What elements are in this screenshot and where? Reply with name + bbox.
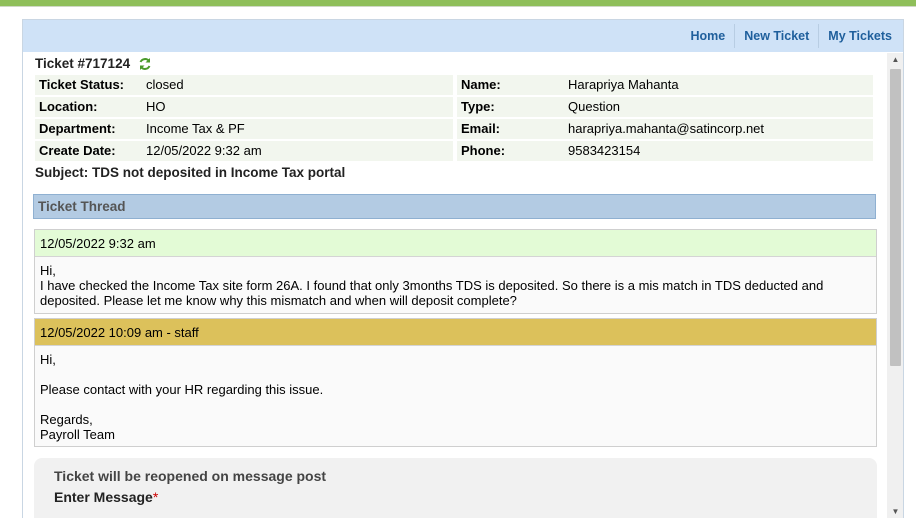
scroll-down-arrow-icon[interactable]: ▼ (887, 505, 903, 518)
nav-my-tickets-link[interactable]: My Tickets (818, 24, 901, 48)
enter-message-text: Enter Message (54, 489, 153, 505)
ticket-content: Ticket #717124 Ticket Status: closed Nam… (23, 53, 887, 518)
type-value: Question (564, 97, 873, 117)
scroll-up-arrow-icon[interactable]: ▲ (887, 53, 903, 67)
ticket-info-table: Ticket Status: closed Name: Harapriya Ma… (35, 75, 877, 163)
ticket-header: Ticket #717124 (35, 56, 152, 71)
message-body: Hi, I have checked the Income Tax site f… (40, 263, 824, 308)
message-body: Hi, Please contact with your HR regardin… (40, 352, 324, 442)
refresh-icon[interactable] (138, 57, 152, 71)
message-header: 12/05/2022 10:09 am - staff (35, 319, 876, 346)
nav-new-ticket-link[interactable]: New Ticket (734, 24, 818, 48)
info-row-status: Ticket Status: closed Name: Harapriya Ma… (35, 75, 877, 97)
required-marker: * (152, 489, 159, 505)
status-label: Ticket Status: (35, 75, 142, 95)
email-value: harapriya.mahanta@satincorp.net (564, 119, 873, 139)
status-value: closed (142, 75, 453, 95)
email-label: Email: (457, 119, 564, 139)
info-row-create-date: Create Date: 12/05/2022 9:32 am Phone: 9… (35, 141, 877, 163)
location-label: Location: (35, 97, 142, 117)
enter-message-label: Enter Message* (54, 489, 158, 505)
type-label: Type: (457, 97, 564, 117)
reply-form: Ticket will be reopened on message post … (34, 458, 877, 518)
name-label: Name: (457, 75, 564, 95)
ticket-thread-header: Ticket Thread (33, 194, 876, 219)
browser-top-strip (0, 0, 916, 7)
ticket-title: Ticket #717124 (35, 56, 131, 71)
info-row-department: Department: Income Tax & PF Email: harap… (35, 119, 877, 141)
phone-label: Phone: (457, 141, 564, 161)
create-date-value: 12/05/2022 9:32 am (142, 141, 453, 161)
ticket-subject: Subject: TDS not deposited in Income Tax… (35, 165, 346, 180)
create-date-label: Create Date: (35, 141, 142, 161)
top-nav: Home New Ticket My Tickets (23, 20, 903, 52)
vertical-scrollbar[interactable]: ▲ ▼ (887, 53, 903, 518)
ticket-frame: Home New Ticket My Tickets Ticket #71712… (22, 19, 904, 518)
phone-value: 9583423154 (564, 141, 873, 161)
reopen-notice: Ticket will be reopened on message post (54, 468, 327, 484)
thread-message-staff: 12/05/2022 10:09 am - staff Hi, Please c… (34, 318, 877, 447)
thread-message-client: 12/05/2022 9:32 am Hi, I have checked th… (34, 229, 877, 314)
info-row-location: Location: HO Type: Question (35, 97, 877, 119)
location-value: HO (142, 97, 453, 117)
department-value: Income Tax & PF (142, 119, 453, 139)
message-header: 12/05/2022 9:32 am (35, 230, 876, 257)
scroll-thumb[interactable] (890, 69, 901, 366)
department-label: Department: (35, 119, 142, 139)
name-value: Harapriya Mahanta (564, 75, 873, 95)
nav-home-link[interactable]: Home (681, 24, 734, 48)
